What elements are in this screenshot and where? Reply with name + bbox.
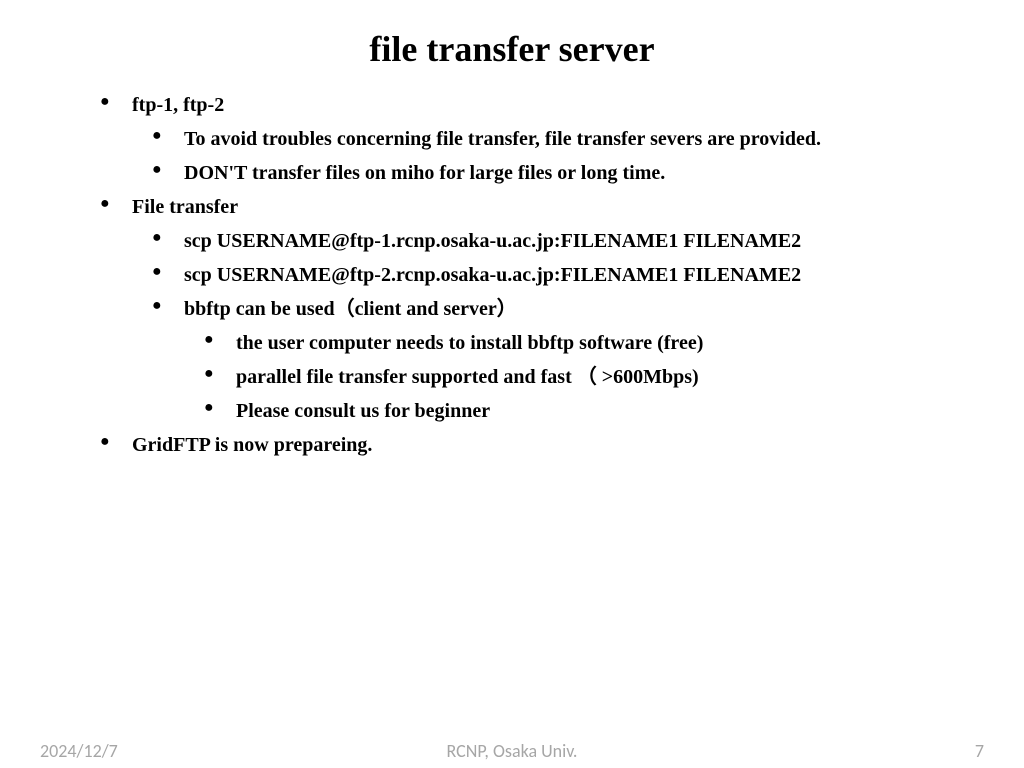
slide-title: file transfer server bbox=[0, 0, 1024, 88]
bullet-text: ftp-1, ftp-2 bbox=[132, 94, 224, 116]
bullet-l3: Please consult us for beginner bbox=[204, 394, 984, 428]
footer-org: RCNP, Osaka Univ. bbox=[447, 740, 578, 762]
bullet-l1: File transfer scp USERNAME@ftp-1.rcnp.os… bbox=[100, 190, 984, 428]
bullet-l1: GridFTP is now prepareing. bbox=[100, 428, 984, 462]
bullet-l2: scp USERNAME@ftp-1.rcnp.osaka-u.ac.jp:FI… bbox=[152, 224, 984, 258]
bullet-l3: the user computer needs to install bbftp… bbox=[204, 326, 984, 360]
bullet-l2: bbftp can be used（client and server） the… bbox=[152, 292, 984, 428]
bullet-text: the user computer needs to install bbftp… bbox=[236, 332, 703, 354]
bullet-text: parallel file transfer supported and fas… bbox=[236, 366, 699, 388]
footer-date: 2024/12/7 bbox=[40, 740, 118, 762]
bullet-l2: DON'T transfer files on miho for large f… bbox=[152, 156, 984, 190]
bullet-text: scp USERNAME@ftp-2.rcnp.osaka-u.ac.jp:FI… bbox=[184, 264, 801, 286]
bullet-text: bbftp can be used（client and server） bbox=[184, 298, 517, 320]
bullet-l2: To avoid troubles concerning file transf… bbox=[152, 122, 984, 156]
bullet-l2: scp USERNAME@ftp-2.rcnp.osaka-u.ac.jp:FI… bbox=[152, 258, 984, 292]
bullet-text: scp USERNAME@ftp-1.rcnp.osaka-u.ac.jp:FI… bbox=[184, 230, 801, 252]
bullet-text: Please consult us for beginner bbox=[236, 400, 490, 422]
bullet-l1: ftp-1, ftp-2 To avoid troubles concernin… bbox=[100, 88, 984, 190]
bullet-text: GridFTP is now prepareing. bbox=[132, 434, 372, 456]
bullet-text: To avoid troubles concerning file transf… bbox=[184, 128, 821, 150]
footer-page-number: 7 bbox=[975, 740, 984, 762]
bullet-l3: parallel file transfer supported and fas… bbox=[204, 360, 984, 394]
slide-content: ftp-1, ftp-2 To avoid troubles concernin… bbox=[0, 88, 1024, 462]
bullet-text: DON'T transfer files on miho for large f… bbox=[184, 162, 665, 184]
bullet-text: File transfer bbox=[132, 196, 238, 218]
